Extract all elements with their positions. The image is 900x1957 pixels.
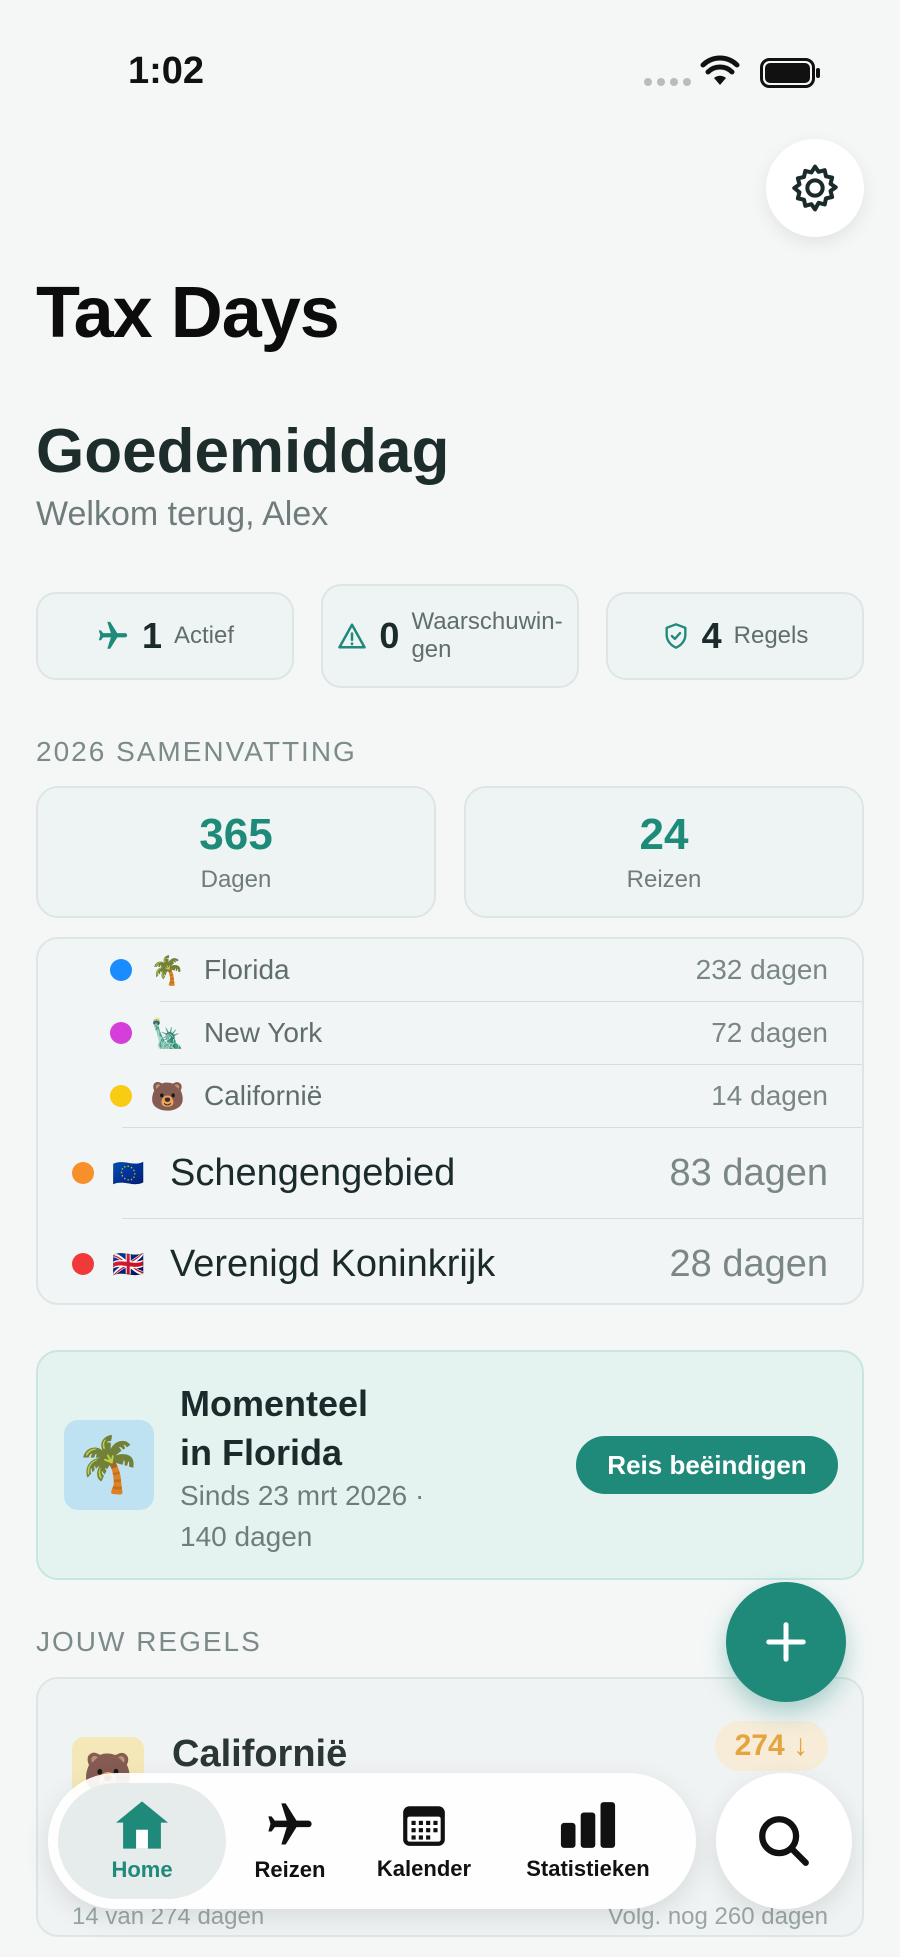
greeting-subtitle: Welkom terug, Alex <box>36 495 329 533</box>
tab-label: Statistieken <box>526 1856 650 1881</box>
region-name: New York <box>204 1017 323 1048</box>
chip-count: 0 <box>379 615 400 656</box>
calendar-icon <box>403 1806 445 1846</box>
palm-tree-icon: 🌴 <box>64 1420 154 1510</box>
airplane-icon <box>268 1803 312 1845</box>
chip-label: Regels <box>733 622 809 650</box>
region-color-dot <box>72 1162 94 1184</box>
chip-warnings[interactable]: 0 Waarschuwin- gen <box>321 584 579 688</box>
tab-home[interactable]: Home <box>58 1783 226 1899</box>
chip-rules[interactable]: 4 Regels <box>606 592 864 680</box>
trips-value: 24 <box>639 810 689 859</box>
signal-icon <box>644 78 691 86</box>
days-value: 365 <box>199 810 273 859</box>
chip-label: Waarschuwin- gen <box>411 608 563 663</box>
days-stat-card: 365 Dagen <box>36 786 436 918</box>
plus-icon <box>766 1622 806 1662</box>
days-label: Dagen <box>200 866 272 893</box>
end-trip-button[interactable]: Reis beëindigen <box>576 1436 838 1494</box>
uk-flag-icon: 🇬🇧 <box>112 1248 145 1279</box>
region-list: 🌴 Florida 232 dagen 🗽 New York 72 dagen … <box>36 937 864 1305</box>
add-trip-button[interactable] <box>726 1582 846 1702</box>
region-name: Californië <box>204 1080 323 1111</box>
bar-chart-icon <box>560 1802 616 1848</box>
current-trip-title: Momenteel in Florida <box>180 1383 369 1473</box>
rules-section-label: JOUW REGELS <box>36 1626 262 1657</box>
plane-icon <box>98 621 128 649</box>
rule-name: Californië <box>172 1733 348 1775</box>
region-name: Schengengebied <box>170 1151 456 1194</box>
region-color-dot <box>72 1253 94 1275</box>
palm-tree-icon: 🌴 <box>150 954 185 986</box>
rule-remaining-badge: 274 ↓ <box>714 1721 828 1771</box>
region-row-new-york[interactable]: 🗽 New York 72 dagen <box>38 1002 862 1064</box>
wifi-icon <box>700 55 740 92</box>
summary-section-label: 2026 SAMENVATTING <box>36 736 357 767</box>
app-title: Tax Days <box>36 273 340 353</box>
current-trip-subtitle: Sinds 23 mrt 2026 · 140 dagen <box>180 1480 425 1552</box>
warning-icon <box>338 623 367 649</box>
tab-trips[interactable]: Reizen <box>230 1783 350 1899</box>
region-name: Verenigd Koninkrijk <box>170 1242 496 1285</box>
tab-label: Home <box>111 1857 173 1882</box>
region-name: Florida <box>204 954 290 985</box>
region-days: 232 dagen <box>695 954 828 985</box>
region-color-dot <box>110 1085 132 1107</box>
region-days: 14 dagen <box>711 1080 828 1111</box>
region-days: 83 dagen <box>669 1151 829 1194</box>
shield-icon <box>665 623 687 649</box>
region-days: 28 dagen <box>669 1242 829 1285</box>
chip-count: 4 <box>701 615 722 656</box>
region-color-dot <box>110 959 132 981</box>
battery-icon <box>760 58 822 93</box>
region-row-schengen[interactable]: 🇪🇺 Schengengebied 83 dagen <box>38 1128 862 1218</box>
tab-label: Kalender <box>376 1856 472 1881</box>
chip-count: 1 <box>141 615 162 656</box>
house-icon <box>116 1801 168 1849</box>
bear-icon: 🐻 <box>150 1080 185 1112</box>
tab-statistics[interactable]: Statistieken <box>498 1783 678 1899</box>
eu-flag-icon: 🇪🇺 <box>112 1157 145 1188</box>
search-button[interactable] <box>716 1773 852 1909</box>
tab-label: Reizen <box>254 1857 326 1882</box>
tab-calendar[interactable]: Kalender <box>354 1783 494 1899</box>
region-row-florida[interactable]: 🌴 Florida 232 dagen <box>38 939 862 1001</box>
status-time: 1:02 <box>128 50 205 92</box>
chip-label: Actief <box>174 622 235 650</box>
trips-stat-card: 24 Reizen <box>464 786 864 918</box>
region-row-uk[interactable]: 🇬🇧 Verenigd Koninkrijk 28 dagen <box>38 1219 862 1303</box>
greeting-title: Goedemiddag <box>36 417 450 486</box>
tab-bar: Home Reizen Kalender Statistieken <box>48 1773 696 1909</box>
current-trip-card: 🌴 Momenteel in Florida Sinds 23 mrt 2026… <box>36 1350 864 1580</box>
region-row-california[interactable]: 🐻 Californië 14 dagen <box>38 1065 862 1127</box>
trips-label: Reizen <box>626 866 702 893</box>
region-days: 72 dagen <box>711 1017 828 1048</box>
region-color-dot <box>110 1022 132 1044</box>
settings-button[interactable] <box>766 139 864 237</box>
gear-icon <box>792 164 838 212</box>
chip-active[interactable]: 1 Actief <box>36 592 294 680</box>
search-icon <box>759 1816 809 1866</box>
statue-of-liberty-icon: 🗽 <box>150 1017 185 1049</box>
